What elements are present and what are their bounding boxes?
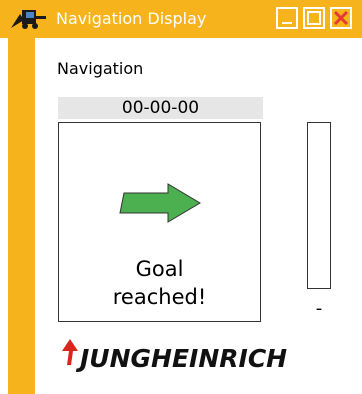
close-icon [333, 10, 349, 26]
sidebar-accent [8, 38, 35, 394]
jungheinrich-logo: JUNGHEINRICH [62, 339, 287, 373]
forklift-icon [11, 10, 46, 29]
status-line-2: reached! [112, 285, 207, 309]
panel-label: Navigation [57, 59, 144, 78]
title-bar[interactable]: Navigation Display [0, 0, 362, 38]
maximize-icon [307, 11, 321, 25]
date-display: 00-00-00 [121, 98, 200, 118]
minimize-icon [282, 22, 292, 24]
side-gauge [307, 122, 331, 289]
svg-text:JUNGHEINRICH: JUNGHEINRICH [75, 344, 287, 373]
window-title: Navigation Display [56, 9, 207, 28]
status-line-1: Goal [135, 257, 184, 281]
arrow-right-icon [119, 183, 201, 223]
status-text: Goal reached! [58, 255, 261, 311]
maximize-button[interactable] [303, 7, 325, 29]
side-gauge-value: - [315, 298, 323, 319]
minimize-button[interactable] [276, 7, 298, 29]
close-button[interactable] [330, 7, 352, 29]
